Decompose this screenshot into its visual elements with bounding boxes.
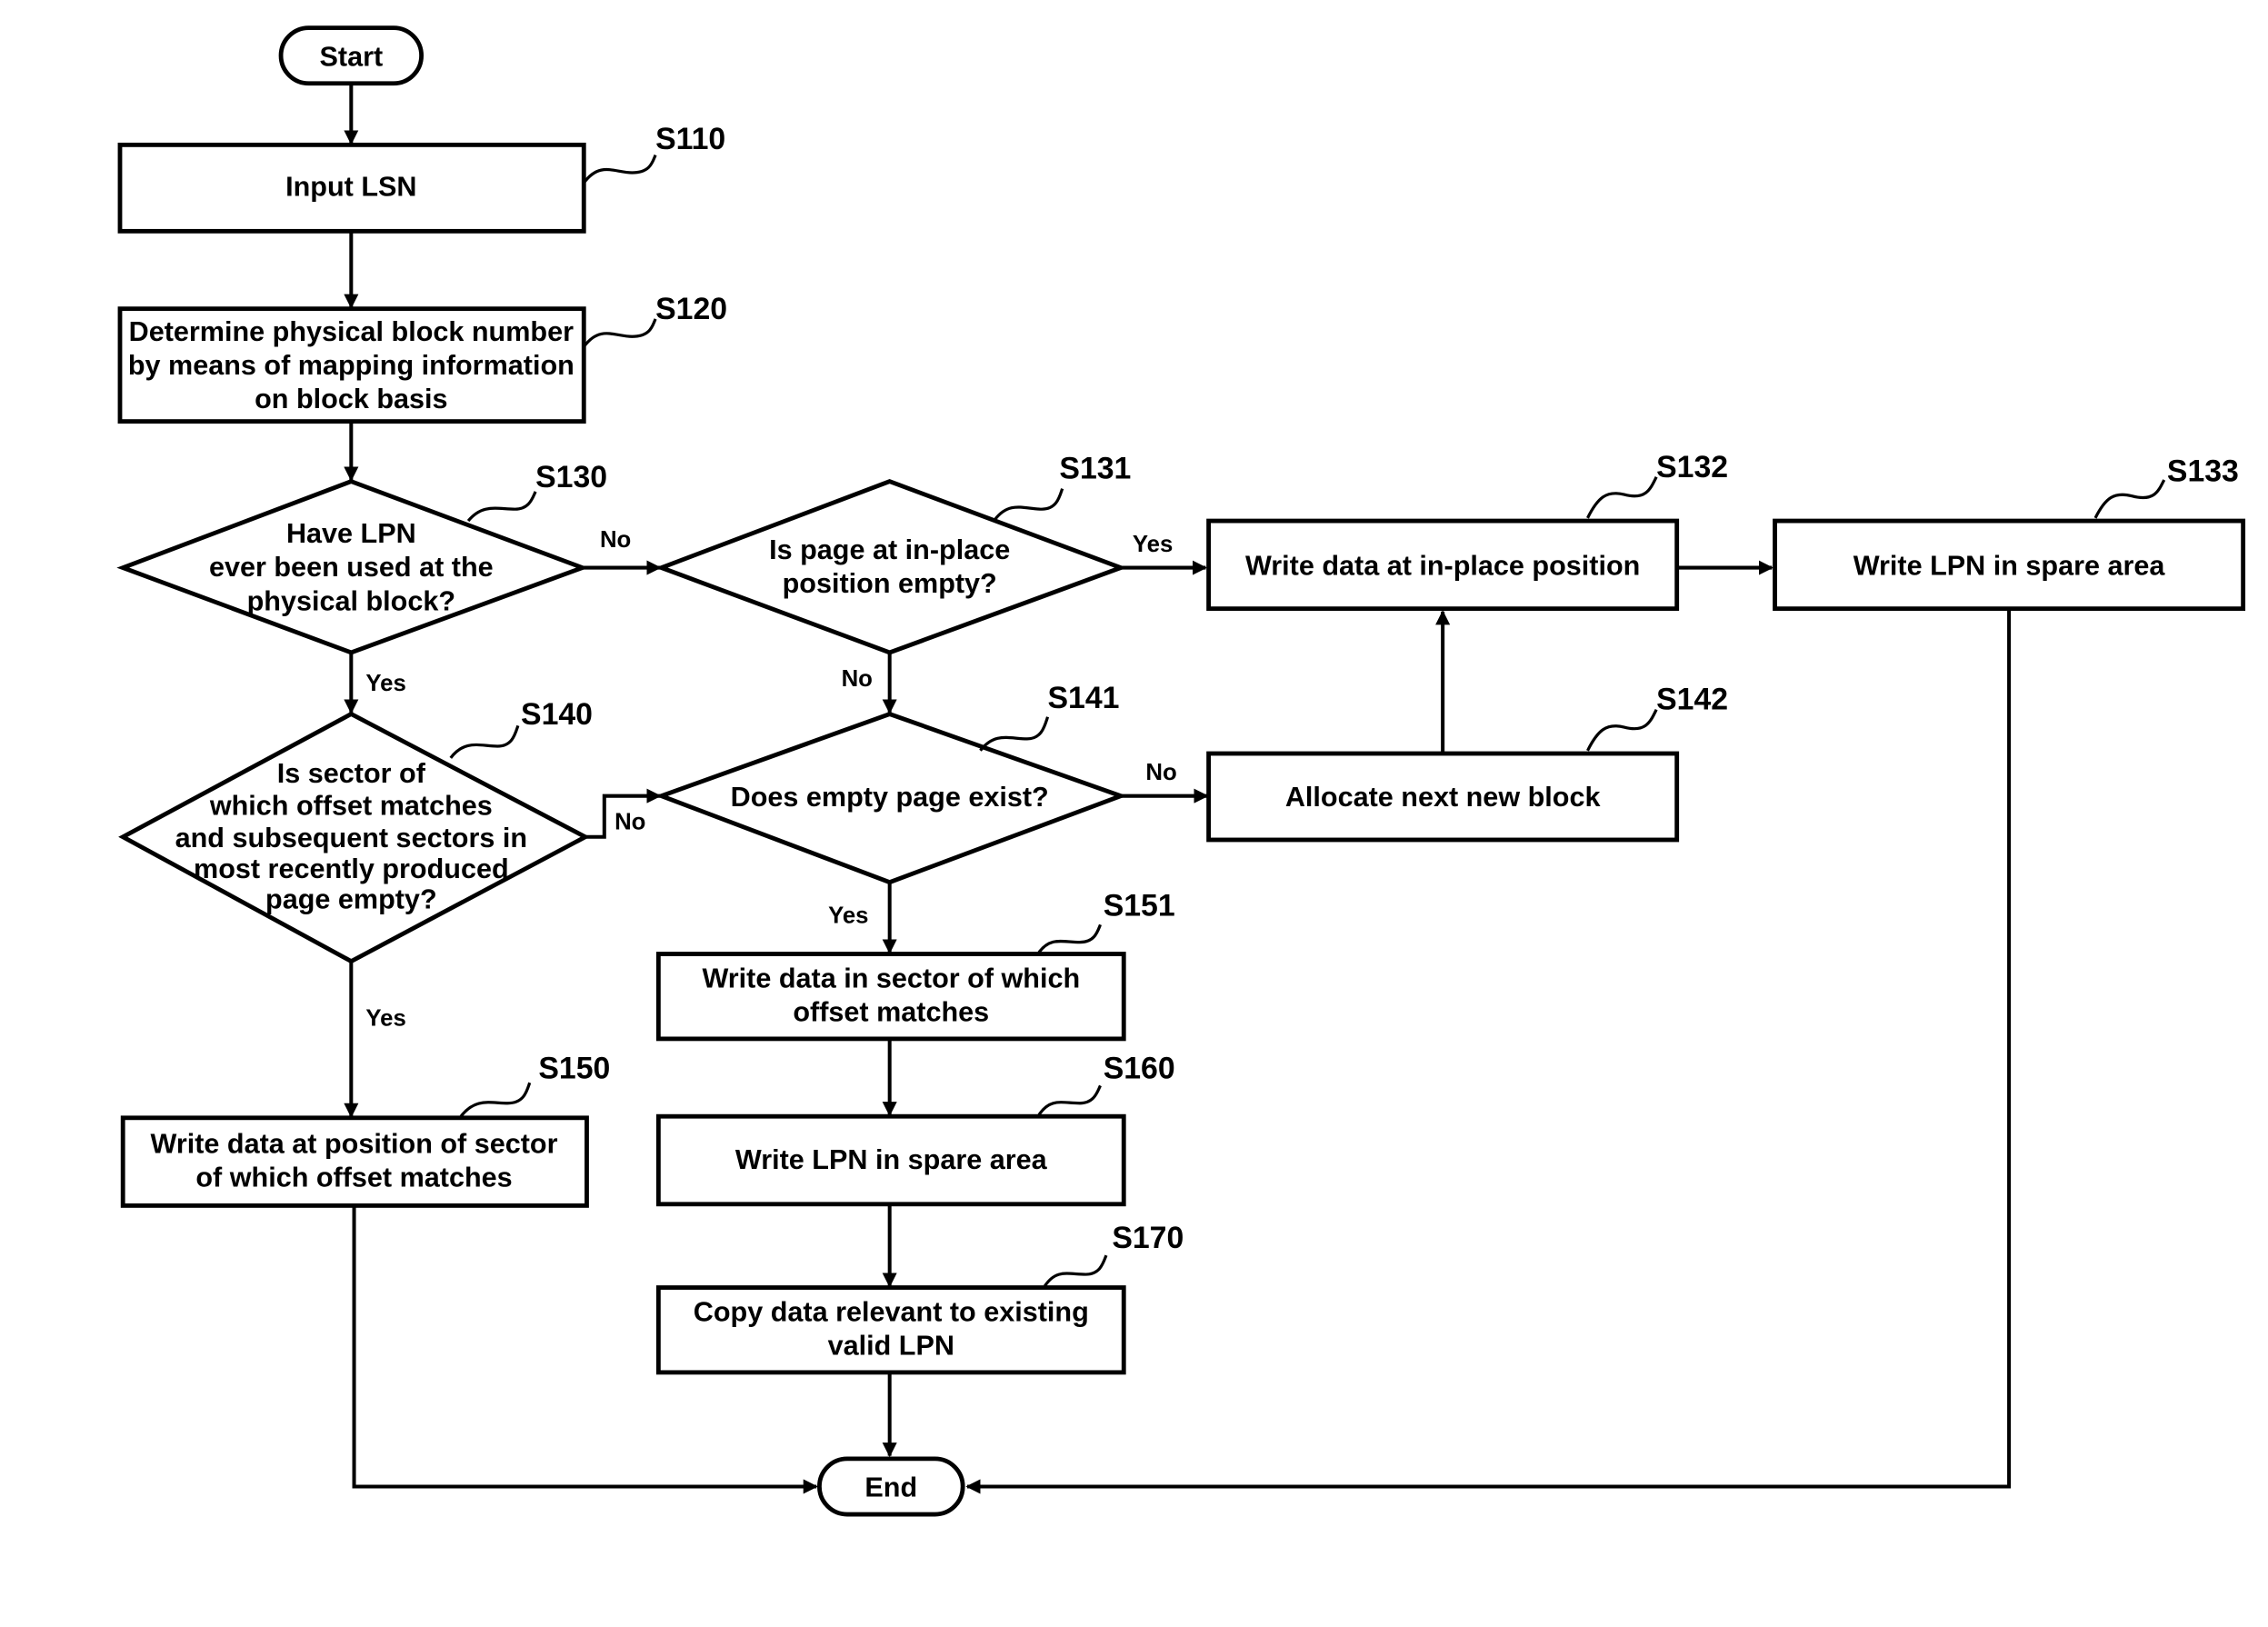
- ref-s120: S120: [655, 292, 727, 326]
- decision-s131-line-2: position empty?: [783, 568, 997, 599]
- leader-s133: [2093, 479, 2166, 519]
- leader-s130: [466, 491, 537, 523]
- step-s110-text: Input LSN: [285, 172, 416, 203]
- step-s132-text: Write data at in-place position: [1245, 551, 1640, 582]
- decision-s140-line-4: most recently produced: [194, 853, 509, 884]
- ref-s141: S141: [1048, 681, 1120, 715]
- step-s151-line-2: offset matches: [793, 997, 989, 1028]
- leader-s141: [979, 716, 1050, 752]
- ref-s142: S142: [1656, 683, 1728, 717]
- branch-label-s140-no: No: [614, 810, 645, 835]
- step-s142-text: Allocate next new block: [1285, 782, 1602, 813]
- leader-s160: [1037, 1084, 1102, 1116]
- ref-s151: S151: [1104, 889, 1175, 923]
- leader-s151: [1037, 923, 1102, 953]
- leader-s110: [582, 154, 657, 185]
- step-s170-line-1: Copy data relevant to existing: [694, 1297, 1089, 1328]
- step-s160-text: Write LPN in spare area: [735, 1144, 1048, 1175]
- ref-s132: S132: [1656, 450, 1728, 484]
- ref-s160: S160: [1104, 1051, 1175, 1085]
- decision-s130-line-1: Have LPN: [286, 518, 416, 549]
- step-s120: Determine physical block number by means…: [117, 292, 727, 424]
- branch-label-s140-yes: Yes: [365, 1005, 405, 1031]
- leader-s142: [1586, 708, 1658, 752]
- step-s150-line-1: Write data at position of sector: [151, 1128, 558, 1159]
- step-s142: Allocate next new block S142: [1206, 683, 1728, 843]
- step-s120-line-1: Determine physical block number: [129, 316, 574, 347]
- step-s170-line-2: valid LPN: [828, 1331, 954, 1362]
- decision-s130-line-3: physical block?: [247, 585, 455, 616]
- step-s133-text: Write LPN in spare area: [1853, 551, 2166, 582]
- decision-s140-line-3: and subsequent sectors in: [175, 823, 527, 853]
- ref-s170: S170: [1112, 1221, 1184, 1255]
- step-s151-line-1: Write data in sector of which: [702, 963, 1080, 994]
- decision-s131-line-1: Is page at in-place: [769, 534, 1010, 565]
- end-label: End: [864, 1472, 917, 1503]
- decision-s141-text: Does empty page exist?: [731, 782, 1049, 813]
- decision-s130: Have LPN ever been used at the physical …: [116, 460, 607, 655]
- branch-label-s131-no: No: [842, 666, 873, 692]
- step-s150-line-2: of which offset matches: [195, 1162, 512, 1193]
- decision-s130-line-2: ever been used at the: [209, 552, 494, 583]
- step-s160: Write LPN in spare area S160: [655, 1051, 1175, 1207]
- branch-label-s141-no: No: [1145, 760, 1176, 785]
- leader-s150: [459, 1082, 532, 1118]
- ref-s131: S131: [1059, 451, 1131, 485]
- ref-s140: S140: [521, 697, 593, 732]
- ref-s150: S150: [538, 1051, 610, 1085]
- ref-s110: S110: [655, 122, 725, 156]
- decision-s140-line-1: Is sector of: [277, 758, 426, 789]
- step-s110: Input LSN S110: [117, 122, 725, 234]
- step-s133: Write LPN in spare area S133: [1773, 454, 2246, 612]
- leader-s131: [994, 488, 1064, 521]
- start-label: Start: [319, 41, 383, 72]
- step-s132: Write data at in-place position S132: [1206, 450, 1728, 612]
- step-s151: Write data in sector of which offset mat…: [655, 889, 1175, 1042]
- step-s150: Write data at position of sector of whic…: [120, 1051, 610, 1208]
- start-terminal: Start: [278, 25, 425, 86]
- decision-s131: Is page at in-place position empty? S131: [654, 451, 1131, 655]
- step-s120-line-2: by means of mapping information: [128, 350, 574, 381]
- ref-s133: S133: [2167, 454, 2239, 489]
- leader-s170: [1043, 1254, 1108, 1287]
- branch-label-s130-yes: Yes: [365, 671, 405, 696]
- step-s120-line-3: on block basis: [255, 384, 447, 414]
- decision-s140: Is sector of which offset matches and su…: [118, 697, 593, 964]
- branch-label-s130-no: No: [600, 527, 631, 553]
- ref-s130: S130: [535, 460, 607, 494]
- flowchart: Start Input LSN S110 Determine physical …: [116, 25, 2246, 1517]
- leader-s132: [1586, 476, 1658, 519]
- branch-label-s141-yes: Yes: [828, 903, 868, 929]
- branch-label-s131-yes: Yes: [1133, 532, 1173, 557]
- step-s170: Copy data relevant to existing valid LPN…: [655, 1221, 1184, 1375]
- end-terminal: End: [817, 1456, 965, 1517]
- leader-s140: [449, 724, 520, 759]
- leader-s120: [582, 318, 657, 348]
- decision-s140-line-2: which offset matches: [209, 791, 493, 822]
- decision-s140-line-5: page empty?: [265, 884, 437, 915]
